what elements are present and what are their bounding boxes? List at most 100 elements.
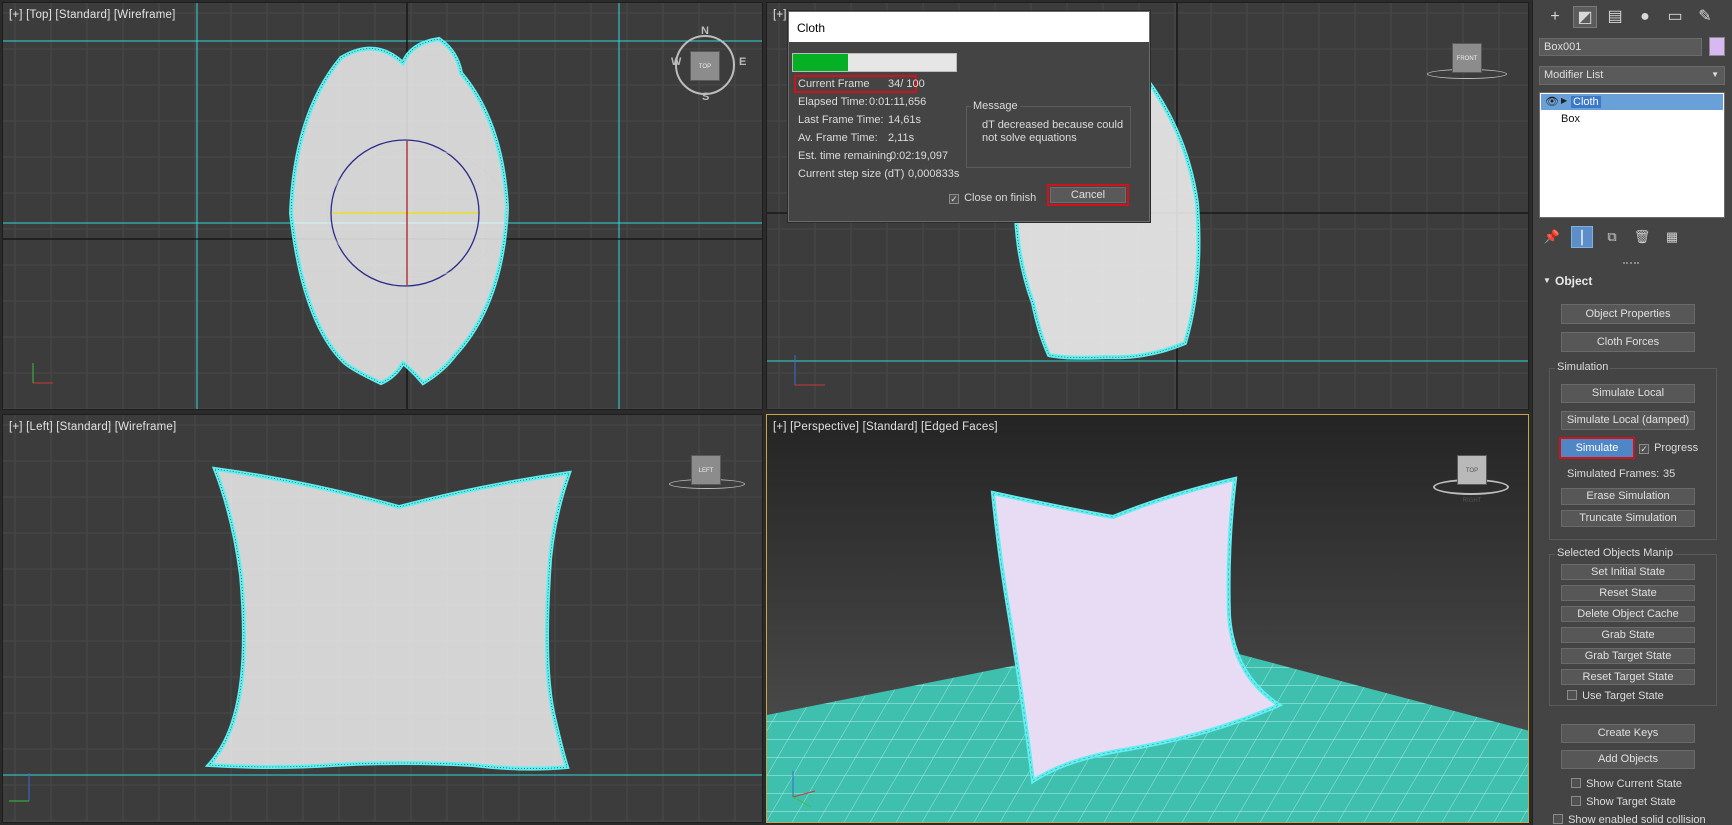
object-color-swatch[interactable] <box>1709 37 1725 56</box>
progress-checkbox[interactable]: ✓ <box>1639 444 1649 454</box>
simulation-group-label: Simulation <box>1555 361 1611 373</box>
viewport-perspective-label[interactable]: [+] [Perspective] [Standard] [Edged Face… <box>773 421 998 433</box>
last-frame-row: Last Frame Time: 14,61s <box>798 114 921 126</box>
progress-label: Progress <box>1654 442 1699 454</box>
viewport-left-label[interactable]: [+] [Left] [Standard] [Wireframe] <box>9 421 176 433</box>
grab-target-state-button[interactable]: Grab Target State <box>1561 648 1695 664</box>
panel-divider-grip[interactable] <box>1623 262 1639 264</box>
app-window: [+] [Top] [Standard] [Wireframe] TOP N S… <box>0 0 1732 825</box>
est-remaining-row: Est. time remaining 0:02:19,097 <box>798 150 948 162</box>
modify-icon[interactable]: ◩ <box>1573 6 1597 28</box>
viewport-left[interactable]: [+] [Left] [Standard] [Wireframe] LEFT <box>2 414 763 823</box>
compass-n: N <box>701 25 709 37</box>
simulate-local-button[interactable]: Simulate Local <box>1561 384 1695 403</box>
elapsed-row: Elapsed Time: 0:01:11,656 <box>798 96 926 108</box>
viewport-top-label[interactable]: [+] [Top] [Standard] [Wireframe] <box>9 9 176 21</box>
create-icon[interactable]: + <box>1543 6 1567 28</box>
viewcube-perspective[interactable]: TOP RIGHT <box>1433 455 1513 504</box>
show-solid-collision-checkbox[interactable] <box>1553 814 1563 824</box>
cloth-forces-button[interactable]: Cloth Forces <box>1561 332 1695 352</box>
object-properties-button[interactable]: Object Properties <box>1561 304 1695 324</box>
show-target-state-option[interactable]: Show Target State <box>1571 796 1676 808</box>
show-target-state-label: Show Target State <box>1586 796 1676 808</box>
set-initial-state-button[interactable]: Set Initial State <box>1561 564 1695 580</box>
cancel-button[interactable]: Cancel <box>1050 187 1126 203</box>
cloth-progress-dialog[interactable]: Cloth Current Frame 34/ 100 Elapsed Time… <box>788 11 1150 222</box>
configure-sets-icon[interactable]: ▦ <box>1661 226 1683 248</box>
message-legend: Message <box>971 100 1020 112</box>
object-rollout: ▼ Object Object Properties Cloth Forces … <box>1539 272 1727 825</box>
use-target-state-checkbox[interactable] <box>1567 690 1577 700</box>
show-target-state-checkbox[interactable] <box>1571 796 1581 806</box>
elapsed-label: Elapsed Time: <box>798 96 868 108</box>
viewcube-face-left[interactable]: LEFT <box>691 455 721 485</box>
use-target-state-label: Use Target State <box>1582 690 1664 702</box>
reset-target-state-button[interactable]: Reset Target State <box>1561 669 1695 685</box>
viewport-front-label[interactable]: [+] <box>773 9 787 21</box>
viewcube-face-perspective[interactable]: TOP RIGHT <box>1457 455 1487 504</box>
expand-triangle-icon[interactable]: ▶ <box>1561 96 1567 105</box>
object-rollout-header[interactable]: ▼ Object <box>1539 272 1727 290</box>
pillow-left-mesh[interactable] <box>204 466 572 771</box>
viewport-top[interactable]: [+] [Top] [Standard] [Wireframe] TOP N S… <box>2 2 763 410</box>
simulate-local-damped-button[interactable]: Simulate Local (damped) <box>1561 411 1695 430</box>
simulated-frames-value: 35 <box>1663 468 1676 480</box>
modifier-list-dropdown[interactable]: Modifier List ▼ <box>1539 66 1725 85</box>
message-group: Message dT decreased because could not s… <box>966 100 1131 168</box>
compass-s: S <box>702 91 710 103</box>
progress-option[interactable]: ✓ Progress <box>1639 442 1698 454</box>
object-name-field[interactable]: Box001 <box>1539 38 1702 56</box>
display-icon[interactable]: ▭ <box>1663 6 1687 28</box>
modifier-stack[interactable]: 👁 ▶ Cloth Box <box>1539 92 1725 218</box>
av-frame-row: Av. Frame Time: 2,11s <box>798 132 914 144</box>
viewcube-left[interactable]: LEFT <box>667 455 747 495</box>
simulate-button[interactable]: Simulate <box>1559 437 1635 459</box>
show-current-state-option[interactable]: Show Current State <box>1571 778 1682 790</box>
stack-item-box[interactable]: Box <box>1541 111 1723 127</box>
pillow-top-mesh[interactable] <box>288 36 510 386</box>
erase-simulation-button[interactable]: Erase Simulation <box>1561 488 1695 505</box>
hierarchy-icon[interactable]: ▤ <box>1603 6 1627 28</box>
close-on-finish-option[interactable]: ✓ Close on finish <box>949 192 1036 204</box>
object-rollout-title: Object <box>1555 274 1593 288</box>
selected-objects-group-label: Selected Objects Manip <box>1555 547 1676 559</box>
close-on-finish-label: Close on finish <box>964 192 1037 204</box>
truncate-simulation-button[interactable]: Truncate Simulation <box>1561 510 1695 527</box>
use-target-state-option[interactable]: Use Target State <box>1567 690 1664 702</box>
pin-stack-icon[interactable]: 📌 <box>1541 226 1563 248</box>
viewcube-face[interactable]: TOP <box>690 51 720 81</box>
viewport-perspective[interactable]: [+] [Perspective] [Standard] [Edged Face… <box>766 414 1529 823</box>
viewcube-front[interactable]: FRONT <box>1427 43 1507 83</box>
axis-tripod-left <box>9 773 30 802</box>
delete-object-cache-button[interactable]: Delete Object Cache <box>1561 606 1695 622</box>
show-end-result-icon[interactable]: ⎮ <box>1571 226 1593 248</box>
grab-state-button[interactable]: Grab State <box>1561 627 1695 643</box>
utilities-icon[interactable]: ✎ <box>1693 6 1717 28</box>
create-keys-button[interactable]: Create Keys <box>1561 724 1695 743</box>
show-solid-collision-option[interactable]: Show enabled solid collision <box>1553 814 1706 825</box>
av-frame-value: 2,11s <box>888 132 915 144</box>
av-frame-label: Av. Frame Time: <box>798 132 878 144</box>
viewcube-top[interactable]: TOP N S E W <box>667 25 747 105</box>
add-objects-button[interactable]: Add Objects <box>1561 750 1695 769</box>
eye-icon[interactable]: 👁 <box>1545 95 1559 108</box>
collapse-triangle-icon: ▼ <box>1543 276 1551 285</box>
modifier-list-label: Modifier List <box>1544 69 1604 81</box>
axis-tripod-front <box>794 355 825 386</box>
delete-modifier-icon[interactable]: 🗑 <box>1631 226 1653 248</box>
show-current-state-checkbox[interactable] <box>1571 778 1581 788</box>
est-remaining-value: 0:02:19,097 <box>890 150 949 162</box>
command-panel: + ◩ ▤ ● ▭ ✎ Box001 Modifier List ▼ 👁 ▶ C… <box>1532 0 1732 825</box>
viewcube-face-front[interactable]: FRONT <box>1452 43 1482 73</box>
close-on-finish-checkbox[interactable]: ✓ <box>949 194 959 204</box>
make-unique-icon[interactable]: ⧉ <box>1601 226 1623 248</box>
current-frame-label: Current Frame <box>798 78 870 90</box>
stack-item-cloth-label: Cloth <box>1571 96 1601 108</box>
dialog-title[interactable]: Cloth <box>789 12 1149 42</box>
stack-item-box-label: Box <box>1561 113 1580 125</box>
motion-icon[interactable]: ● <box>1633 6 1657 28</box>
reset-state-button[interactable]: Reset State <box>1561 585 1695 601</box>
top-grid <box>3 3 762 409</box>
stack-item-cloth[interactable]: 👁 ▶ Cloth <box>1541 94 1723 110</box>
last-frame-label: Last Frame Time: <box>798 114 884 126</box>
